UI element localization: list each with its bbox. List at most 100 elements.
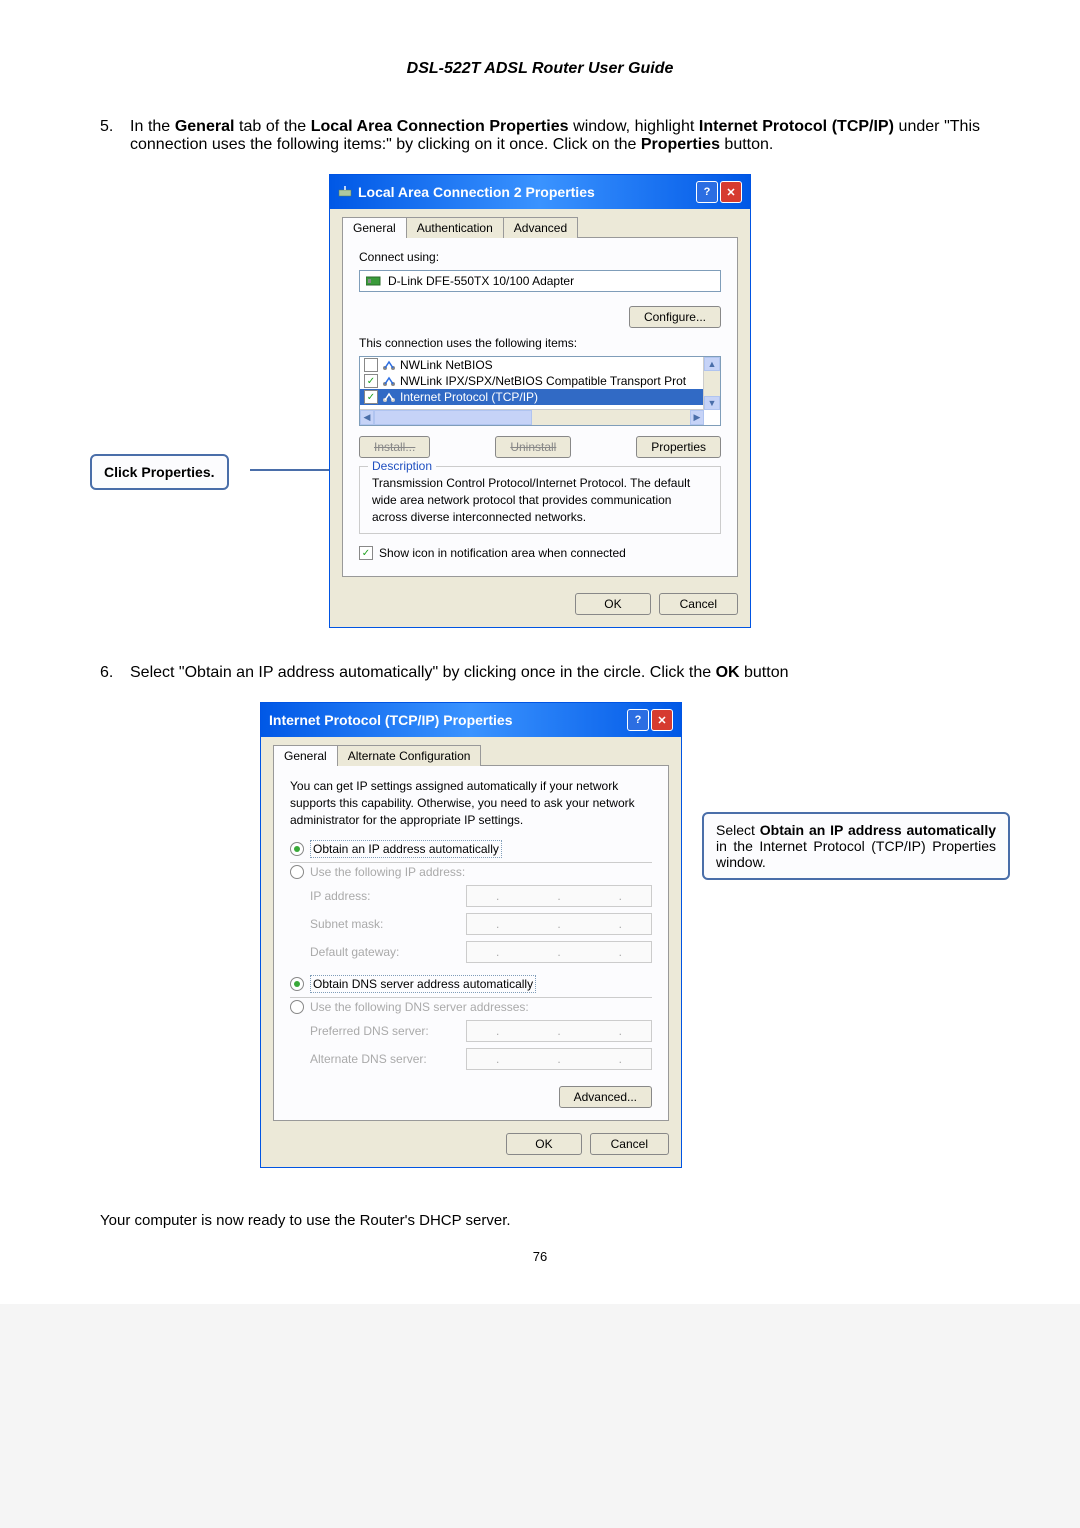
show-icon-row[interactable]: ✓ Show icon in notification area when co…: [359, 546, 721, 560]
tab-authentication[interactable]: Authentication: [406, 217, 504, 238]
dialog-buttons: OK Cancel: [273, 1133, 669, 1155]
checkbox[interactable]: ✓: [364, 390, 378, 404]
preferred-dns-input: ...: [466, 1020, 652, 1042]
t: Select "Obtain an IP address automatical…: [130, 664, 716, 681]
step-5: 5. In the General tab of the Local Area …: [100, 118, 980, 154]
tab-advanced[interactable]: Advanced: [503, 217, 578, 238]
tab-general[interactable]: General: [342, 217, 407, 238]
cancel-button[interactable]: Cancel: [590, 1133, 669, 1155]
callout-select-obtain: Select Obtain an IP address automaticall…: [702, 812, 1010, 880]
obtain-dns-row[interactable]: Obtain DNS server address automatically: [290, 975, 652, 993]
protocol-icon: [382, 359, 396, 371]
t: Select: [716, 822, 760, 838]
vertical-scrollbar[interactable]: ▲ ▼: [703, 357, 720, 410]
dialog-buttons: OK Cancel: [342, 593, 738, 615]
scroll-thumb[interactable]: [374, 410, 532, 425]
uses-items-label: This connection uses the following items…: [359, 336, 721, 350]
scroll-right-icon[interactable]: ▶: [690, 410, 704, 425]
tabs: General Alternate Configuration: [273, 745, 669, 766]
gateway-label: Default gateway:: [310, 945, 460, 959]
tab-content: Connect using: D-Link DFE-550TX 10/100 A…: [342, 237, 738, 577]
gateway-input: ...: [466, 941, 652, 963]
page-header: DSL-522T ADSL Router User Guide: [100, 60, 980, 78]
ok-button[interactable]: OK: [575, 593, 650, 615]
adapter-field: D-Link DFE-550TX 10/100 Adapter: [359, 270, 721, 292]
advanced-button[interactable]: Advanced...: [559, 1086, 652, 1108]
use-following-row[interactable]: Use the following IP address:: [290, 862, 652, 879]
t: tab of the: [234, 118, 310, 135]
close-button[interactable]: ✕: [720, 181, 742, 203]
item-label: NWLink IPX/SPX/NetBIOS Compatible Transp…: [400, 374, 686, 388]
item-label: Internet Protocol (TCP/IP): [400, 390, 538, 404]
t: In the: [130, 118, 175, 135]
ok-button[interactable]: OK: [506, 1133, 581, 1155]
t: OK: [716, 664, 740, 681]
configure-button[interactable]: Configure...: [629, 306, 721, 328]
alternate-dns-label: Alternate DNS server:: [310, 1052, 460, 1066]
scroll-up-icon[interactable]: ▲: [704, 357, 720, 371]
t: Obtain an IP address automatically: [760, 822, 996, 838]
dialog-body: General Authentication Advanced Connect …: [330, 209, 750, 627]
t: Click: [104, 464, 141, 480]
tcpip-properties-dialog: Internet Protocol (TCP/IP) Properties ? …: [260, 702, 682, 1168]
obtain-dns-radio[interactable]: [290, 977, 304, 991]
t: Properties: [141, 464, 210, 480]
use-following-radio[interactable]: [290, 865, 304, 879]
subnet-label: Subnet mask:: [310, 917, 460, 931]
t: in the Internet Protocol (TCP/IP) Proper…: [716, 838, 996, 870]
title-bar: Local Area Connection 2 Properties ? ✕: [330, 175, 750, 209]
tab-general[interactable]: General: [273, 745, 338, 766]
items-list[interactable]: NWLink NetBIOS ✓ NWLink IPX/SPX/NetBIOS …: [359, 356, 721, 426]
list-item-nwlink-ipx[interactable]: ✓ NWLink IPX/SPX/NetBIOS Compatible Tran…: [360, 373, 720, 389]
help-button[interactable]: ?: [627, 709, 649, 731]
list-item-tcpip[interactable]: ✓ Internet Protocol (TCP/IP): [360, 389, 720, 405]
horizontal-scrollbar[interactable]: ◀ ▶: [360, 409, 704, 425]
obtain-auto-row[interactable]: Obtain an IP address automatically: [290, 840, 652, 858]
description-fieldset: Description Transmission Control Protoco…: [359, 466, 721, 534]
obtain-auto-radio[interactable]: [290, 842, 304, 856]
description-text: Transmission Control Protocol/Internet P…: [372, 475, 708, 525]
use-dns-radio[interactable]: [290, 1000, 304, 1014]
checkbox[interactable]: ✓: [364, 374, 378, 388]
figure-1-container: Click Properties. Local Area Connection …: [100, 174, 980, 644]
dialog-title: Internet Protocol (TCP/IP) Properties: [269, 712, 512, 728]
tab-content: You can get IP settings assigned automat…: [273, 765, 669, 1121]
t: Properties: [641, 136, 720, 153]
step-6-number: 6.: [100, 664, 130, 682]
ip-address-input: ...: [466, 885, 652, 907]
title-bar: Internet Protocol (TCP/IP) Properties ? …: [261, 703, 681, 737]
tab-alternate[interactable]: Alternate Configuration: [337, 745, 482, 766]
dialog-body: General Alternate Configuration You can …: [261, 737, 681, 1167]
scroll-left-icon[interactable]: ◀: [360, 410, 374, 425]
uninstall-button[interactable]: Uninstall: [495, 436, 571, 458]
properties-button[interactable]: Properties: [636, 436, 721, 458]
use-dns-label: Use the following DNS server addresses:: [310, 1000, 529, 1014]
step-6-text: Select "Obtain an IP address automatical…: [130, 664, 980, 682]
step-5-text: In the General tab of the Local Area Con…: [130, 118, 980, 154]
callout-line: [250, 469, 340, 471]
install-button[interactable]: Install...: [359, 436, 430, 458]
t: Local Area Connection Properties: [311, 118, 569, 135]
intro-text: You can get IP settings assigned automat…: [290, 778, 652, 828]
checkbox[interactable]: [364, 358, 378, 372]
show-icon-label: Show icon in notification area when conn…: [379, 546, 626, 560]
step-5-number: 5.: [100, 118, 130, 154]
network-connection-icon: [338, 186, 352, 198]
help-button[interactable]: ?: [696, 181, 718, 203]
use-dns-row[interactable]: Use the following DNS server addresses:: [290, 997, 652, 1014]
t: General: [175, 118, 235, 135]
obtain-dns-label: Obtain DNS server address automatically: [310, 975, 536, 993]
subnet-input: ...: [466, 913, 652, 935]
page-number: 76: [100, 1249, 980, 1264]
scroll-down-icon[interactable]: ▼: [704, 396, 720, 410]
list-item-nwlink-netbios[interactable]: NWLink NetBIOS: [360, 357, 720, 373]
footer-text: Your computer is now ready to use the Ro…: [100, 1212, 980, 1229]
t: button.: [720, 136, 773, 153]
callout-click-properties: Click Properties.: [90, 454, 229, 490]
adapter-icon: [366, 275, 382, 287]
close-button[interactable]: ✕: [651, 709, 673, 731]
configure-row: Configure...: [359, 306, 721, 328]
show-icon-checkbox[interactable]: ✓: [359, 546, 373, 560]
cancel-button[interactable]: Cancel: [659, 593, 738, 615]
dialog-title: Local Area Connection 2 Properties: [358, 184, 595, 200]
